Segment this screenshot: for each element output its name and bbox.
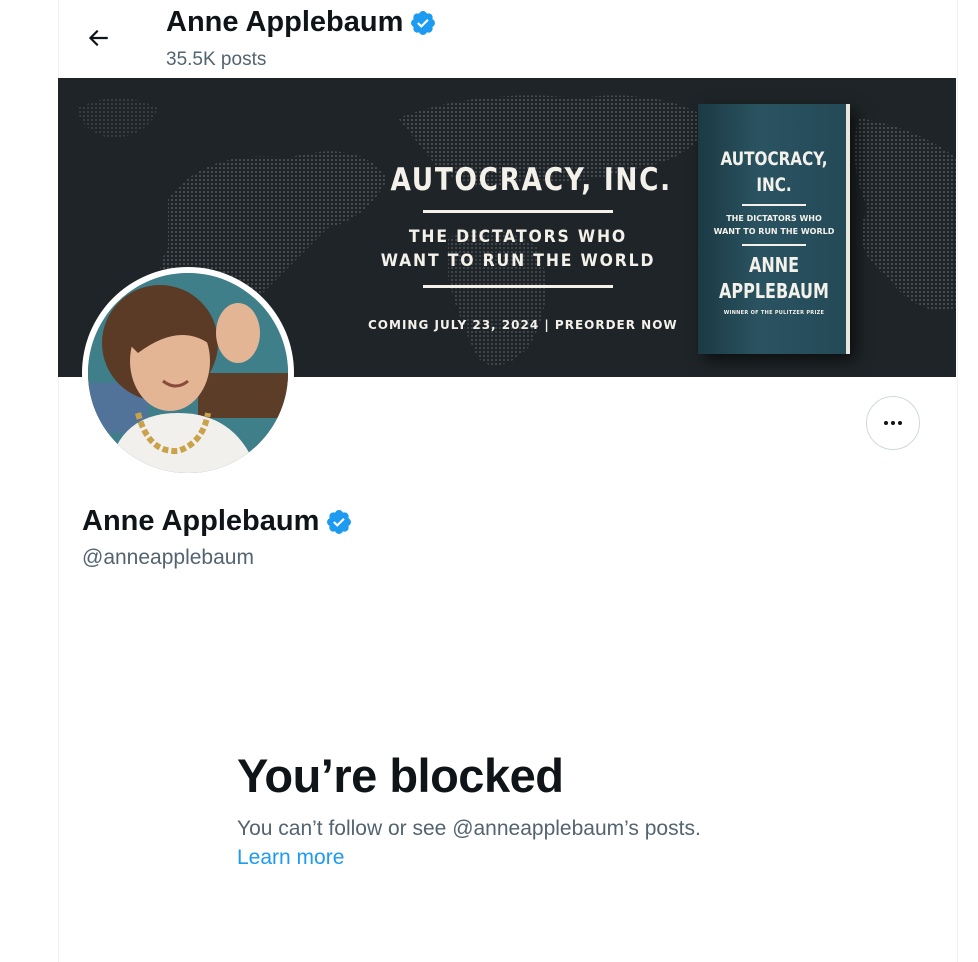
back-button[interactable] <box>78 18 118 58</box>
learn-more-link[interactable]: Learn more <box>237 846 344 870</box>
arrow-left-icon <box>88 29 108 47</box>
banner-title: AUTOCRACY, INC. <box>390 162 672 198</box>
book-prize: WINNER OF THE PULITZER PRIZE <box>723 310 825 316</box>
avatar-photo <box>88 273 288 473</box>
book-subtitle-1: THE DICTATORS WHO <box>726 214 822 223</box>
banner-promo-text: AUTOCRACY, INC. THE DICTATORS WHO WANT T… <box>368 162 678 332</box>
book-subtitle-2: WANT TO RUN THE WORLD <box>713 227 835 236</box>
avatar[interactable] <box>82 267 294 479</box>
portrait-graphic <box>88 273 288 473</box>
profile-name: Anne Applebaum <box>82 505 353 538</box>
book-title-1: AUTOCRACY, <box>720 148 828 170</box>
verified-badge-icon[interactable] <box>325 508 353 536</box>
banner-rule-top <box>423 210 613 213</box>
header-name-text: Anne Applebaum <box>166 6 404 38</box>
post-count: 35.5K posts <box>166 49 267 70</box>
book-cover: AUTOCRACY, INC. THE DICTATORS WHO WANT T… <box>698 104 850 354</box>
book-author-1: ANNE <box>748 253 800 277</box>
blocked-title: You’re blocked <box>237 749 564 802</box>
book-rule-2 <box>742 244 806 246</box>
banner-rule-bottom <box>423 285 613 288</box>
book-title-2: INC. <box>756 174 792 196</box>
profile-handle: @anneapplebaum <box>82 546 254 569</box>
blocked-message: You can’t follow or see @anneapplebaum’s… <box>237 817 701 840</box>
banner-release-date: COMING JULY 23, 2024 | PREORDER NOW <box>368 318 678 332</box>
banner-subtitle-1: THE DICTATORS WHO <box>408 227 628 247</box>
book-author-2: APPLEBAUM <box>719 279 829 303</box>
header-title: Anne Applebaum <box>166 6 437 39</box>
profile-name-text: Anne Applebaum <box>82 505 320 537</box>
more-horizontal-icon <box>884 421 902 425</box>
verified-badge-icon <box>411 10 436 35</box>
book-rule <box>742 204 806 206</box>
banner-subtitle-2: WANT TO RUN THE WORLD <box>380 251 656 271</box>
more-options-button[interactable] <box>866 396 920 450</box>
